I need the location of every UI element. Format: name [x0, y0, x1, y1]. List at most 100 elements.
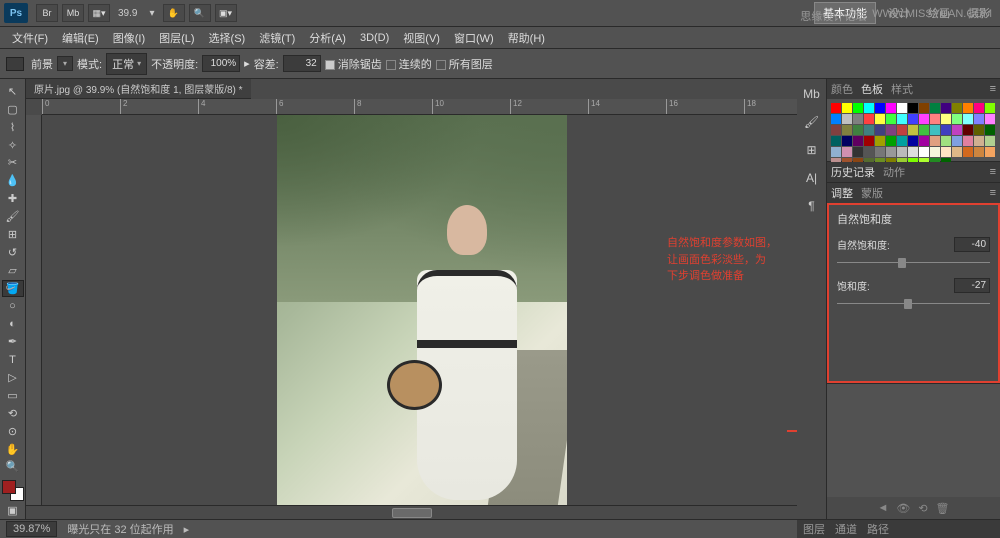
brush-panel-icon[interactable]: 🖌 — [802, 115, 822, 133]
swatch[interactable] — [974, 147, 984, 157]
swatches-grid[interactable] — [827, 99, 1000, 161]
swatch[interactable] — [842, 147, 852, 157]
swatch[interactable] — [963, 125, 973, 135]
fg-bg-colors[interactable] — [2, 480, 24, 501]
swatch[interactable] — [897, 114, 907, 124]
tool-preset-icon[interactable] — [6, 57, 24, 71]
bucket-tool[interactable]: 🪣 — [2, 280, 24, 297]
lasso-tool[interactable]: ⌇ — [2, 119, 24, 136]
tab-layers[interactable]: 图层 — [803, 521, 825, 537]
menu-view[interactable]: 视图(V) — [397, 28, 446, 48]
swatch[interactable] — [985, 114, 995, 124]
reset-icon[interactable]: ⟲ — [918, 502, 927, 515]
mb-icon[interactable]: Mb — [62, 4, 84, 22]
saturation-slider[interactable] — [837, 297, 990, 311]
swatch[interactable] — [875, 136, 885, 146]
swatch[interactable] — [952, 103, 962, 113]
opt-tolerance-input[interactable]: 32 — [283, 55, 321, 72]
swatch[interactable] — [963, 114, 973, 124]
opt-contiguous-check[interactable]: 连续的 — [386, 56, 432, 72]
clone-panel-icon[interactable]: ⊞ — [802, 143, 822, 161]
para-panel-icon[interactable]: ¶ — [802, 199, 822, 217]
swatch[interactable] — [864, 147, 874, 157]
swatch[interactable] — [952, 147, 962, 157]
menu-filter[interactable]: 滤镜(T) — [253, 28, 301, 48]
panel-menu-icon[interactable]: ≡ — [990, 187, 996, 199]
dodge-tool[interactable]: ◐ — [2, 316, 24, 333]
hand-tool[interactable]: ✋ — [2, 441, 24, 458]
swatch[interactable] — [908, 147, 918, 157]
swatch[interactable] — [930, 147, 940, 157]
hand-icon[interactable]: ✋ — [163, 4, 185, 22]
menu-edit[interactable]: 编辑(E) — [56, 28, 105, 48]
swatch[interactable] — [853, 147, 863, 157]
swatch[interactable] — [919, 125, 929, 135]
3d-cam-tool[interactable]: ⊙ — [2, 423, 24, 440]
crop-tool[interactable]: ✂ — [2, 155, 24, 172]
swatch[interactable] — [864, 136, 874, 146]
swatch[interactable] — [941, 147, 951, 157]
swatch[interactable] — [919, 103, 929, 113]
swatch[interactable] — [886, 147, 896, 157]
swatch[interactable] — [897, 147, 907, 157]
tab-actions[interactable]: 动作 — [883, 164, 905, 180]
swatch[interactable] — [864, 103, 874, 113]
zoom-tool[interactable]: 🔍 — [2, 459, 24, 476]
swatch[interactable] — [897, 125, 907, 135]
ruler-horizontal[interactable]: 024681012141618 — [42, 99, 797, 115]
swatch[interactable] — [853, 103, 863, 113]
swatch[interactable] — [963, 147, 973, 157]
char-panel-icon[interactable]: A| — [802, 171, 822, 189]
swatch[interactable] — [974, 103, 984, 113]
swatch[interactable] — [908, 103, 918, 113]
tab-adjust[interactable]: 调整 — [831, 185, 853, 201]
tab-mask[interactable]: 蒙版 — [861, 185, 883, 201]
swatch[interactable] — [985, 103, 995, 113]
swatch[interactable] — [919, 136, 929, 146]
opt-alllayers-check[interactable]: 所有图层 — [436, 56, 493, 72]
ruler-vertical[interactable] — [26, 115, 42, 519]
swatch[interactable] — [864, 114, 874, 124]
vibrance-slider[interactable] — [837, 256, 990, 270]
swatch[interactable] — [897, 136, 907, 146]
swatch[interactable] — [930, 114, 940, 124]
swatch[interactable] — [908, 136, 918, 146]
swatch[interactable] — [875, 114, 885, 124]
swatch[interactable] — [941, 114, 951, 124]
doc-arrange-icon[interactable]: ▦▾ — [88, 4, 110, 22]
swatch[interactable] — [930, 136, 940, 146]
tab-swatches[interactable]: 色板 — [861, 81, 883, 97]
swatch[interactable] — [952, 136, 962, 146]
swatch[interactable] — [930, 125, 940, 135]
zoom-icon[interactable]: 🔍 — [189, 4, 211, 22]
heal-tool[interactable]: ✚ — [2, 190, 24, 207]
shape-tool[interactable]: ▭ — [2, 387, 24, 404]
swatch[interactable] — [963, 136, 973, 146]
opt-source-select[interactable]: ▾ — [57, 56, 73, 71]
move-tool[interactable]: ↖ — [2, 83, 24, 100]
opt-antialias-check[interactable]: 消除锯齿 — [325, 56, 382, 72]
swatch[interactable] — [886, 114, 896, 124]
pen-tool[interactable]: ✒ — [2, 333, 24, 350]
menu-help[interactable]: 帮助(H) — [502, 28, 551, 48]
canvas[interactable]: 自然饱和度参数如图， 让画面色彩淡些，为 下步调色做准备 — [42, 115, 797, 519]
document-tab[interactable]: 原片.jpg @ 39.9% (自然饱和度 1, 图层蒙版/8) * — [26, 79, 251, 99]
swatch[interactable] — [853, 136, 863, 146]
3d-tool[interactable]: ⟲ — [2, 405, 24, 422]
tab-channels[interactable]: 通道 — [835, 521, 857, 537]
swatch[interactable] — [908, 114, 918, 124]
bridge-icon[interactable]: Br — [36, 4, 58, 22]
horizontal-scrollbar[interactable] — [26, 505, 797, 519]
swatch[interactable] — [842, 114, 852, 124]
swatch[interactable] — [875, 125, 885, 135]
swatch[interactable] — [831, 147, 841, 157]
swatch[interactable] — [886, 125, 896, 135]
status-zoom[interactable]: 39.87% — [6, 521, 57, 537]
tab-styles[interactable]: 样式 — [891, 81, 913, 97]
quickmask-icon[interactable]: ▣ — [2, 502, 24, 519]
swatch[interactable] — [831, 125, 841, 135]
saturation-input[interactable]: -27 — [954, 278, 990, 293]
opt-opacity-input[interactable]: 100% — [202, 55, 240, 72]
stamp-tool[interactable]: ⊞ — [2, 226, 24, 243]
blur-tool[interactable]: ○ — [2, 298, 24, 315]
